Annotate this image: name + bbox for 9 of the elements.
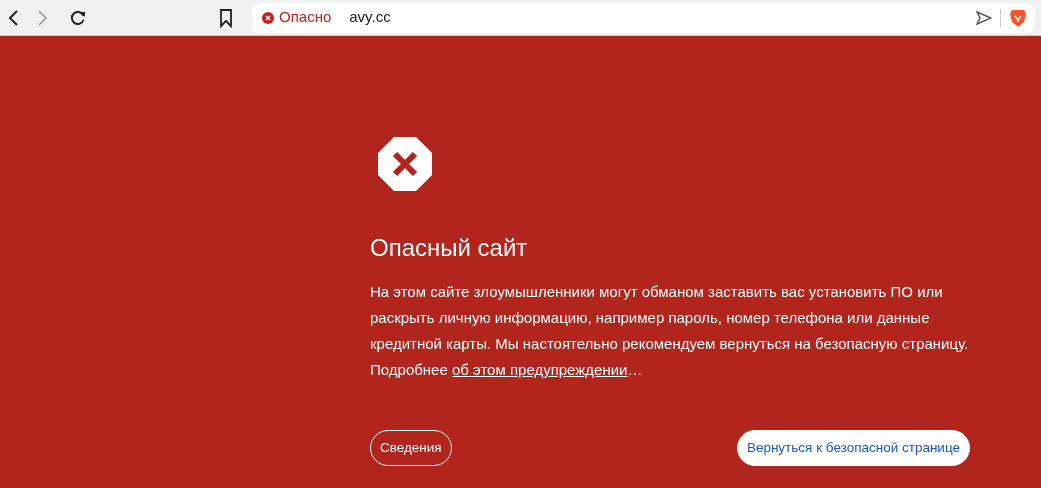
- shield-icon[interactable]: [1009, 7, 1027, 28]
- danger-icon: [377, 136, 433, 192]
- warning-link[interactable]: об этом предупреждении: [451, 361, 628, 379]
- page-title: Опасный сайт: [370, 233, 529, 263]
- warning-message: На этом сайте злоумышленники могут обманом заставить вас установить ПО или раскрыть личную информацию, например пароль, номер телефона или данные кредитной карты. Мы настоятельно рекомендуем вернуться на безопасную страницу. Подробнее об этом предупреждении…: [370, 282, 970, 381]
- back-to-safety-button[interactable]: Вернуться к безопасной странице: [736, 430, 970, 467]
- url-text[interactable]: avy.cc: [349, 6, 391, 29]
- security-indicator[interactable]: Опасно: [262, 6, 332, 29]
- share-icon[interactable]: [976, 10, 992, 25]
